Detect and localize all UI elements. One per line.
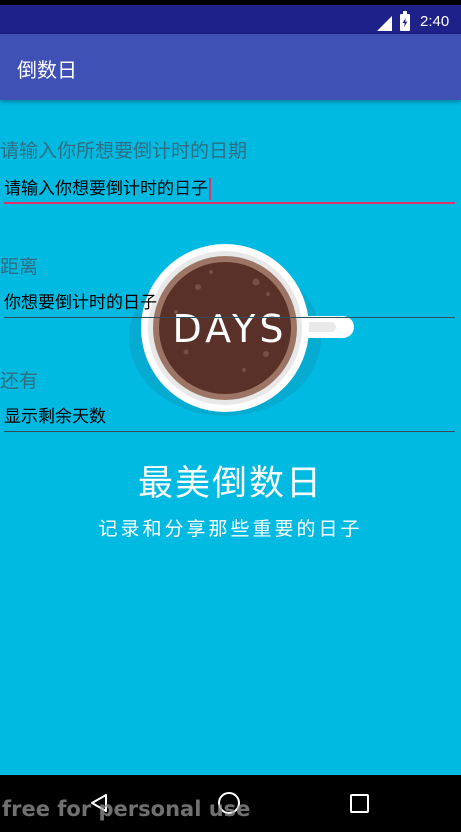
signal-icon	[377, 16, 392, 31]
navigation-bar	[0, 775, 461, 832]
main-content: DAYS 最美倒数日 记录和分享那些重要的日子 请输入你所想要倒计时的日期 请输…	[0, 100, 461, 775]
distance-value: 你想要倒计时的日子	[4, 293, 157, 313]
recents-square-icon[interactable]	[350, 794, 369, 813]
status-time: 2:40	[420, 13, 450, 30]
slogan-main: 最美倒数日	[137, 464, 323, 504]
status-bar: 2:40	[0, 0, 461, 34]
date-input-text: 请输入你想要倒计时的日子	[4, 179, 208, 199]
date-label: 请输入你所想要倒计时的日期	[0, 140, 248, 162]
text-cursor	[209, 178, 211, 200]
remaining-label: 还有	[0, 370, 39, 392]
remaining-days-field[interactable]: 显示剩余天数	[4, 402, 455, 432]
phone-screen: 2:40 倒数日 DAYS 最美倒数日 记录和分享那些重要的日子 请输入你所想要…	[0, 0, 461, 832]
app-title: 倒数日	[17, 58, 77, 82]
home-circle-icon[interactable]	[218, 792, 240, 814]
coffee-cup-illustration: DAYS	[129, 244, 354, 416]
distance-field[interactable]: 你想要倒计时的日子	[4, 288, 455, 318]
date-input[interactable]: 请输入你想要倒计时的日子	[4, 174, 455, 204]
app-bar: 倒数日	[0, 34, 461, 100]
battery-charging-icon	[400, 11, 410, 31]
remaining-days-value: 显示剩余天数	[4, 407, 106, 427]
slogan-sub: 记录和分享那些重要的日子	[98, 518, 363, 540]
distance-label: 距离	[0, 256, 39, 278]
back-triangle-icon[interactable]	[90, 793, 108, 813]
